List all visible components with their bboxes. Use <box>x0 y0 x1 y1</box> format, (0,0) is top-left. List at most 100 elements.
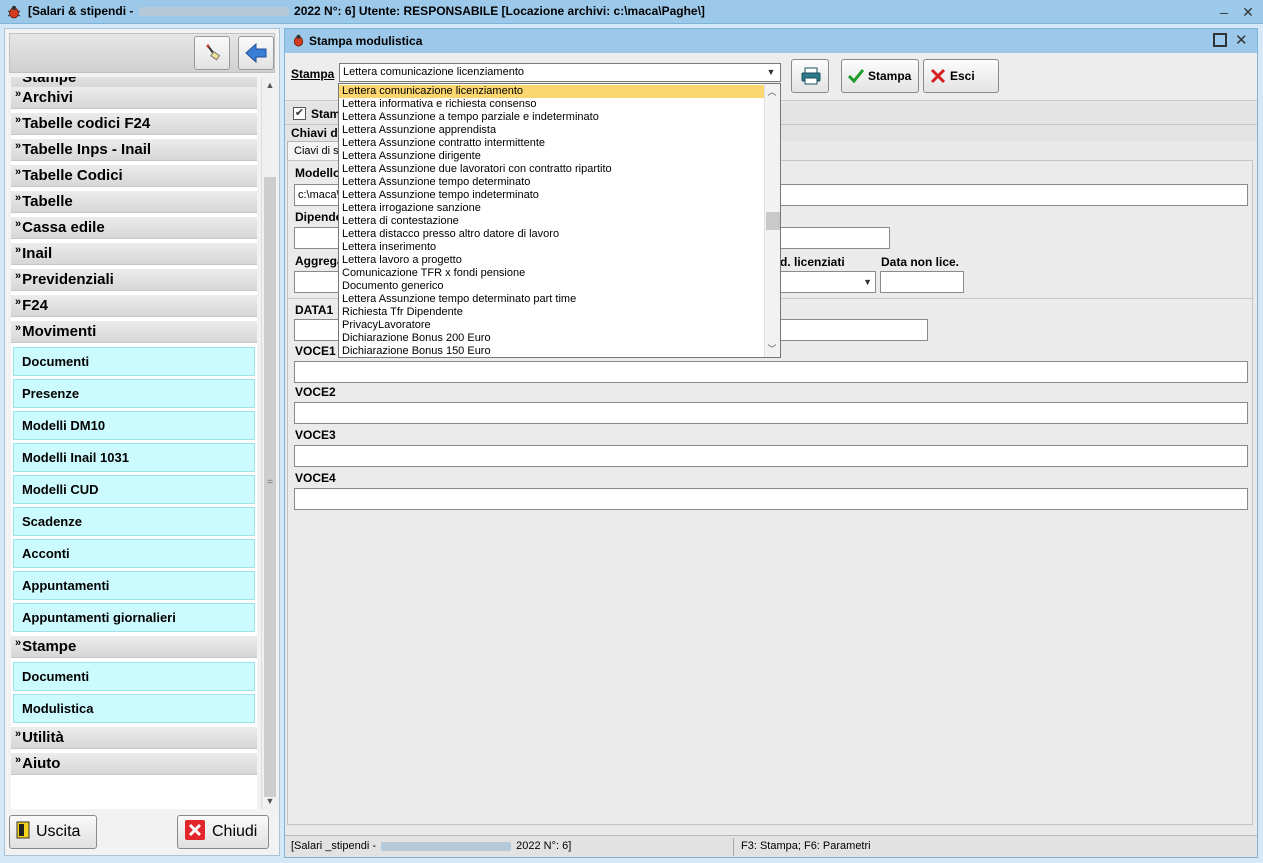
nav-group-tabelle[interactable]: »Tabelle <box>11 191 257 213</box>
nav-group-label: Movimenti <box>22 323 97 340</box>
nav-item-presenze[interactable]: Presenze <box>13 379 255 408</box>
chevron-right-icon: » <box>15 192 22 204</box>
dropdown-option[interactable]: Lettera di contestazione <box>339 215 764 228</box>
minimize-icon[interactable]: – <box>1214 2 1234 22</box>
dropdown-option[interactable]: Lettera Assunzione apprendista <box>339 124 764 137</box>
maximize-icon[interactable] <box>1213 33 1227 47</box>
nav-item-scadenze[interactable]: Scadenze <box>13 507 255 536</box>
voce4-label: VOCE4 <box>295 471 336 485</box>
clear-button[interactable] <box>194 36 230 70</box>
dropdown-option[interactable]: Lettera Assunzione tempo determinato <box>339 176 764 189</box>
voce2-label: VOCE2 <box>295 385 336 399</box>
dropdown-items: Lettera comunicazione licenziamento Lette… <box>339 85 764 357</box>
nav-group-label: F24 <box>22 297 48 314</box>
dropdown-scrollbar-thumb[interactable] <box>766 212 780 230</box>
dropdown-option[interactable]: Lettera Assunzione contratto intermitten… <box>339 137 764 150</box>
nav-group-label: Tabelle codici F24 <box>22 115 151 132</box>
scroll-down-icon[interactable]: ▼ <box>262 793 278 809</box>
data-non-licenziati-input[interactable] <box>880 271 964 293</box>
status-left: [Salari _stipendi - 2022 N°: 6] <box>291 840 571 852</box>
dropdown-option[interactable]: Lettera Assunzione tempo indeterminato <box>339 189 764 202</box>
scroll-up-icon[interactable]: ▲ <box>262 77 278 93</box>
window-titlebar: Stampa modulistica ✕ <box>285 29 1257 53</box>
scroll-down-icon[interactable]: ﹀ <box>765 341 779 357</box>
nav-group-label: Aiuto <box>22 755 61 772</box>
dropdown-option[interactable]: Lettera informativa e richiesta consenso <box>339 98 764 111</box>
exit-door-icon <box>16 821 30 839</box>
dropdown-option[interactable]: Lettera inserimento <box>339 241 764 254</box>
dropdown-option[interactable]: Dichiarazione Bonus 200 Euro <box>339 332 764 345</box>
dropdown-option[interactable]: Richiesta Tfr Dipendente <box>339 306 764 319</box>
dropdown-option[interactable]: Lettera Assunzione a tempo parziale e in… <box>339 111 764 124</box>
dipendente-label: Dipende <box>295 210 343 224</box>
esci-button[interactable]: Esci <box>923 59 999 93</box>
nav-group-utilita[interactable]: »Utilità <box>11 727 257 749</box>
dropdown-option[interactable]: Lettera distacco presso altro datore di … <box>339 228 764 241</box>
nav-item-modelli-cud[interactable]: Modelli CUD <box>13 475 255 504</box>
dropdown-scrollbar[interactable]: ︿ ﹀ <box>764 84 780 357</box>
nav-item-appuntamenti[interactable]: Appuntamenti <box>13 571 255 600</box>
chevron-down-icon: » <box>15 322 22 334</box>
voce4-input[interactable] <box>294 488 1248 510</box>
chevron-right-icon: » <box>15 218 22 230</box>
nav-group-tabelle-inps-inail[interactable]: »Tabelle Inps - Inail <box>11 139 257 161</box>
chevron-right-icon: » <box>15 754 22 766</box>
dropdown-option[interactable]: Lettera Assunzione dirigente <box>339 150 764 163</box>
nav-group-movimenti[interactable]: »Movimenti <box>11 321 257 343</box>
close-icon[interactable]: ✕ <box>1238 2 1258 22</box>
back-button[interactable] <box>238 36 274 70</box>
nav-item-modulistica[interactable]: Modulistica <box>13 694 255 723</box>
stampa-button[interactable]: Stampa <box>841 59 919 93</box>
nav-group-previdenziali[interactable]: »Previdenziali <box>11 269 257 291</box>
printer-icon <box>801 67 821 85</box>
redacted-company-name <box>381 841 512 851</box>
nav-group-label: Inail <box>22 245 53 262</box>
stampa-combobox[interactable]: Lettera comunicazione licenziamento ▼ <box>339 63 781 82</box>
navigation-scrollbar[interactable]: ▲ = ▼ <box>261 77 277 809</box>
voce1-input[interactable] <box>294 361 1248 383</box>
nav-group-tabelle-codici[interactable]: »Tabelle Codici <box>11 165 257 187</box>
dropdown-option[interactable]: Lettera comunicazione licenziamento <box>339 85 764 98</box>
navigation-toolbar <box>9 33 275 73</box>
app-bug-icon <box>7 5 21 19</box>
app-title: [Salari & stipendi - 2022 N°: 6] Utente:… <box>28 4 705 18</box>
nav-group-cassa-edile[interactable]: »Cassa edile <box>11 217 257 239</box>
grip-icon: = <box>267 477 273 488</box>
voce3-input[interactable] <box>294 445 1248 467</box>
nav-group-label: Stampe <box>22 638 77 655</box>
stampa-label: Stampa <box>291 67 335 81</box>
nav-group-label: Tabelle <box>22 193 73 210</box>
chevron-down-icon[interactable]: ▼ <box>764 64 778 81</box>
dropdown-option[interactable]: Lettera Assunzione tempo determinato par… <box>339 293 764 306</box>
nav-group-stampe[interactable]: »Stampe <box>11 636 257 658</box>
nav-group-inail[interactable]: »Inail <box>11 243 257 265</box>
nav-group-tabelle-codici-f24[interactable]: »Tabelle codici F24 <box>11 113 257 135</box>
dropdown-option[interactable]: Documento generico <box>339 280 764 293</box>
nav-item-stampe-documenti[interactable]: Documenti <box>13 662 255 691</box>
scroll-up-icon[interactable]: ︿ <box>765 84 779 100</box>
printer-setup-button[interactable] <box>791 59 829 93</box>
dropdown-option[interactable]: Lettera lavoro a progetto <box>339 254 764 267</box>
nav-group-aiuto[interactable]: »Aiuto <box>11 753 257 775</box>
dropdown-option[interactable]: Dichiarazione Bonus 150 Euro <box>339 345 764 357</box>
nav-item-appuntamenti-giornalieri[interactable]: Appuntamenti giornalieri <box>13 603 255 632</box>
nav-item-documenti[interactable]: Documenti <box>13 347 255 376</box>
chiudi-button[interactable]: Chiudi <box>177 815 269 849</box>
voce2-input[interactable] <box>294 402 1248 424</box>
close-x-icon <box>930 68 946 83</box>
nav-group-archivi[interactable]: »Archivi <box>11 87 257 109</box>
dropdown-option[interactable]: Lettera Assunzione due lavoratori con co… <box>339 163 764 176</box>
dropdown-option[interactable]: PrivacyLavoratore <box>339 319 764 332</box>
stampa-checkbox[interactable]: ✔ <box>293 107 306 120</box>
window-close-icon[interactable]: ✕ <box>1235 31 1248 49</box>
nav-item-modelli-dm10[interactable]: Modelli DM10 <box>13 411 255 440</box>
chevron-down-icon: » <box>15 637 22 649</box>
nav-group-f24[interactable]: »F24 <box>11 295 257 317</box>
nav-item-acconti[interactable]: Acconti <box>13 539 255 568</box>
dropdown-option[interactable]: Comunicazione TFR x fondi pensione <box>339 267 764 280</box>
status-divider <box>733 838 734 856</box>
nav-item-modelli-inail-1031[interactable]: Modelli Inail 1031 <box>13 443 255 472</box>
uscita-button[interactable]: Uscita <box>9 815 97 849</box>
dropdown-option[interactable]: Lettera irrogazione sanzione <box>339 202 764 215</box>
chevron-right-icon: » <box>15 166 22 178</box>
